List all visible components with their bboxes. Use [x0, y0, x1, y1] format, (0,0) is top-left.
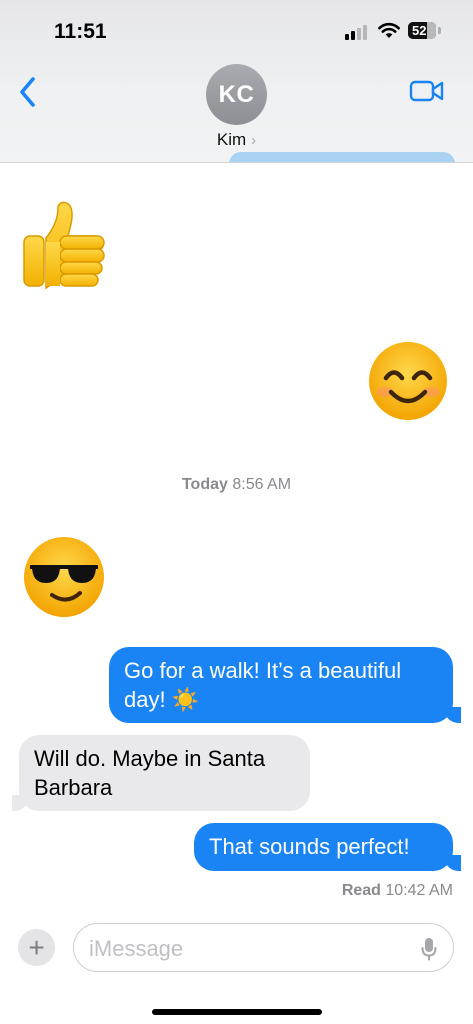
timestamp-day: Today [181, 476, 228, 493]
outgoing-message-bubble[interactable]: That sounds perfect! [194, 823, 453, 871]
read-time: 10:42 AM [385, 882, 453, 899]
contact-name-button[interactable]: Kim › [0, 130, 473, 150]
read-receipt: Read 10:42 AM [200, 882, 453, 900]
message-text-line: Barbara [34, 775, 113, 800]
incoming-message-bubble[interactable]: Will do. Maybe in Santa Barbara [19, 735, 310, 811]
read-label: Read [341, 882, 381, 899]
apps-plus-button[interactable]: + [18, 929, 55, 966]
incoming-sunglasses-message[interactable] [22, 535, 106, 624]
message-input[interactable]: iMessage [73, 923, 454, 972]
bubble-tail [445, 707, 461, 723]
chevron-right-icon: › [251, 132, 257, 149]
battery-level: 52 [412, 23, 427, 38]
avatar-initials: KC [218, 81, 255, 108]
status-bar-time: 11:51 [54, 20, 107, 43]
contact-name: Kim [216, 130, 247, 149]
smiling-face-emoji-icon [369, 342, 447, 420]
message-text-line: Go for a walk! It’s a beautiful [124, 658, 402, 683]
wifi-icon [378, 22, 400, 38]
battery-icon: 52 [408, 22, 441, 39]
outgoing-message-bubble[interactable]: Go for a walk! It’s a beautiful day! ☀️ [109, 647, 453, 723]
contact-avatar[interactable]: KC [206, 64, 267, 125]
facetime-video-icon[interactable] [409, 78, 445, 104]
conversation-header: 11:51 52 KC Kim › [0, 0, 473, 163]
sunglasses-face-emoji-icon [24, 537, 104, 617]
message-text-line: That sounds perfect! [209, 834, 410, 859]
bubble-tail [445, 855, 461, 871]
home-indicator[interactable] [152, 1009, 322, 1015]
timestamp-time: 8:56 AM [232, 476, 292, 493]
incoming-thumbs-up-message[interactable] [20, 198, 110, 301]
cellular-signal-icon [345, 24, 371, 40]
back-chevron-icon[interactable] [14, 74, 44, 110]
plus-icon: + [28, 932, 45, 963]
microphone-icon[interactable] [421, 937, 437, 961]
message-input-placeholder: iMessage [89, 936, 184, 961]
outgoing-smile-message[interactable] [367, 340, 449, 427]
bubble-tail [12, 795, 28, 811]
message-text-line: day! ☀️ [124, 687, 200, 712]
conversation-timestamp: Today 8:56 AM [0, 476, 473, 494]
message-text-line: Will do. Maybe in Santa [34, 746, 266, 771]
thumbs-up-emoji-icon [23, 201, 105, 290]
